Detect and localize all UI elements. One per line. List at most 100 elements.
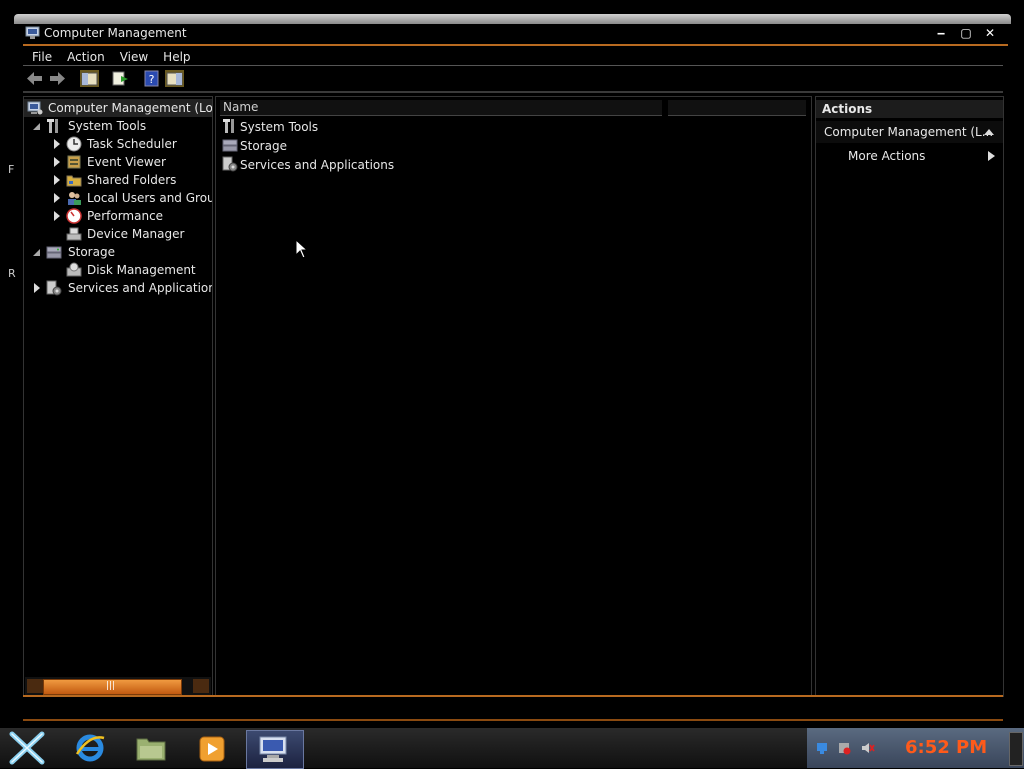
tree-item-label: Services and Applications	[68, 281, 213, 295]
window-title: Computer Management	[44, 26, 187, 40]
shared-folder-icon	[66, 175, 82, 187]
tree-item-label: Local Users and Groups	[87, 191, 212, 205]
actions-header: Actions	[816, 100, 1003, 118]
column-header-blank[interactable]	[668, 100, 806, 116]
maximize-button[interactable]: ▢	[956, 25, 976, 42]
menu-help[interactable]: Help	[154, 49, 196, 64]
tree-item-device-manager[interactable]: Device Manager	[24, 225, 212, 243]
actions-section-header[interactable]: Computer Management (L...	[816, 121, 1003, 143]
list-item-label: System Tools	[240, 120, 319, 134]
start-icon[interactable]	[8, 731, 46, 765]
tree-root-item[interactable]: Computer Management (Local)	[24, 99, 212, 117]
menu-action[interactable]: Action	[58, 49, 111, 64]
help-icon[interactable]: ?	[142, 70, 161, 87]
tree-item-label: Disk Management	[87, 263, 196, 277]
taskbar-computer-management[interactable]	[246, 730, 304, 769]
collapse-up-icon[interactable]	[984, 128, 994, 135]
tree-item-storage[interactable]: Storage	[24, 243, 212, 261]
taskbar-clock[interactable]: 6:52 PM	[905, 737, 987, 758]
device-manager-icon	[66, 227, 82, 241]
tools-icon	[47, 119, 58, 133]
scroll-thumb[interactable]: |||	[43, 679, 182, 695]
show-hide-action-pane-icon[interactable]	[165, 70, 184, 87]
taskbar-media-player[interactable]	[184, 730, 240, 767]
volume-muted-icon[interactable]	[861, 741, 875, 755]
tree-item-shared-folders[interactable]: Shared Folders	[24, 171, 212, 189]
tree-item-performance[interactable]: Performance	[24, 207, 212, 225]
tree-item-label: Device Manager	[87, 227, 185, 241]
internet-explorer-icon	[75, 734, 105, 762]
disk-icon	[66, 262, 82, 277]
list-item-label: Storage	[240, 139, 287, 153]
desktop-edge-letter: R	[8, 267, 16, 280]
column-header-name[interactable]: Name	[220, 100, 662, 116]
computer-management-icon	[27, 101, 43, 115]
tree-item-system-tools[interactable]: System Tools	[24, 117, 212, 135]
actions-pane: Actions Computer Management (L... More A…	[815, 96, 1004, 697]
minimize-button[interactable]: ‒	[931, 25, 951, 42]
storage-icon	[222, 139, 238, 152]
expanded-arrow-icon[interactable]	[33, 247, 41, 257]
submenu-arrow-icon	[988, 151, 995, 161]
tree-item-label: Task Scheduler	[87, 137, 177, 151]
network-icon[interactable]	[815, 741, 829, 755]
column-header-label: Name	[223, 100, 259, 114]
system-tray: 6:52 PM	[807, 728, 1024, 768]
back-icon[interactable]	[25, 70, 44, 87]
tree-horizontal-scrollbar[interactable]: |||	[25, 677, 211, 695]
tree-item-local-users-groups[interactable]: Local Users and Groups	[24, 189, 212, 207]
actions-section-label: Computer Management (L...	[824, 125, 994, 139]
list-item-label: Services and Applications	[240, 158, 395, 172]
computer-management-icon	[25, 26, 40, 39]
close-button[interactable]: ✕	[980, 25, 1000, 42]
scroll-left-track[interactable]	[27, 679, 43, 693]
taskbar-internet-explorer[interactable]	[62, 730, 118, 767]
scroll-right-track[interactable]	[193, 679, 209, 693]
collapsed-arrow-icon[interactable]	[53, 175, 61, 185]
menu-view[interactable]: View	[111, 49, 154, 64]
list-item[interactable]: Services and Applications	[222, 156, 522, 174]
tree-item-label: System Tools	[68, 119, 147, 133]
export-list-icon[interactable]	[111, 70, 130, 87]
tree-item-label: Event Viewer	[87, 155, 166, 169]
collapsed-arrow-icon[interactable]	[33, 283, 41, 293]
mouse-cursor-icon	[295, 239, 308, 259]
more-actions-label: More Actions	[848, 149, 926, 163]
tree-item-label: Storage	[68, 245, 115, 259]
collapsed-arrow-icon[interactable]	[53, 157, 61, 167]
tree-item-services-applications[interactable]: Services and Applications	[24, 279, 212, 297]
menu-file[interactable]: File	[23, 49, 58, 64]
actions-title: Actions	[822, 102, 873, 116]
scroll-grip-icon: |||	[106, 681, 116, 691]
desktop-edge-letter: F	[8, 163, 15, 176]
result-pane[interactable]: Name System Tools Storage Services and A…	[215, 96, 812, 697]
collapsed-arrow-icon[interactable]	[53, 211, 61, 221]
tree-item-event-viewer[interactable]: Event Viewer	[24, 153, 212, 171]
clock-icon	[66, 136, 82, 152]
list-item[interactable]: Storage	[222, 137, 522, 155]
show-desktop-button[interactable]	[1009, 732, 1023, 766]
tree-item-disk-management[interactable]: Disk Management	[24, 261, 212, 279]
storage-icon	[46, 246, 62, 259]
forward-icon[interactable]	[48, 70, 67, 87]
action-center-flag-icon[interactable]	[837, 741, 851, 755]
more-actions-item[interactable]: More Actions	[816, 147, 1003, 165]
show-hide-console-tree-icon[interactable]	[80, 70, 99, 87]
window-titlebar[interactable]: Computer Management ‒ ▢ ✕	[0, 14, 1024, 46]
tree-root-label: Computer Management (Local)	[48, 101, 213, 115]
expanded-arrow-icon[interactable]	[33, 121, 41, 131]
file-manager-icon	[136, 738, 166, 761]
status-bar	[23, 695, 1003, 721]
taskbar: 6:52 PM	[0, 728, 1024, 769]
performance-icon	[66, 208, 82, 224]
tree-item-task-scheduler[interactable]: Task Scheduler	[24, 135, 212, 153]
event-viewer-icon	[67, 155, 81, 169]
collapsed-arrow-icon[interactable]	[53, 193, 61, 203]
tree-item-label: Performance	[87, 209, 164, 223]
taskbar-file-manager[interactable]	[123, 730, 179, 767]
window-title-bar[interactable]: Computer Management ‒ ▢ ✕	[23, 24, 1008, 46]
tools-icon	[223, 119, 234, 133]
list-item[interactable]: System Tools	[222, 118, 522, 136]
console-tree[interactable]: Computer Management (Local) System Tools…	[23, 96, 213, 697]
collapsed-arrow-icon[interactable]	[53, 139, 61, 149]
